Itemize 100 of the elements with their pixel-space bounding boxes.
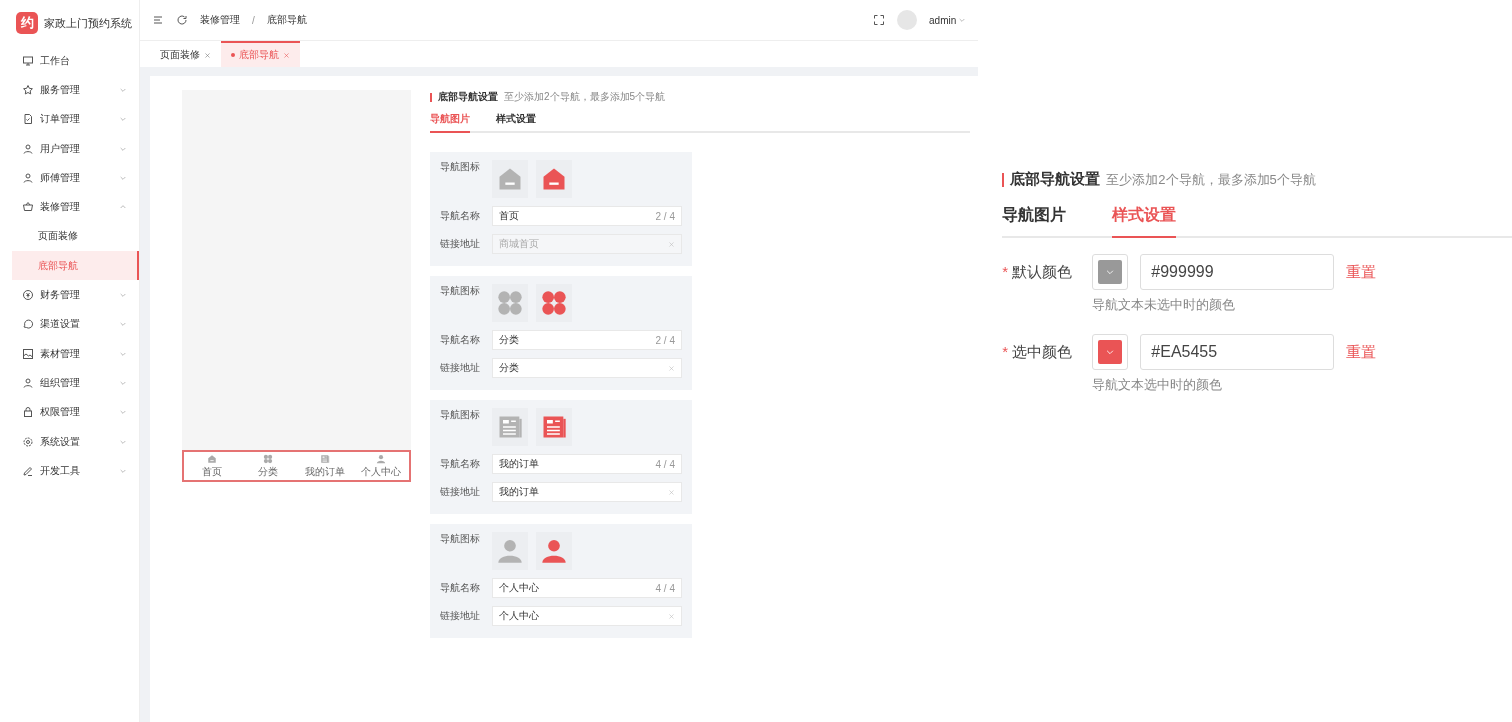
nav-label: 个人中心 — [360, 464, 401, 479]
clear-icon — [668, 240, 675, 248]
document-icon — [22, 113, 34, 126]
color-input[interactable]: #999999 — [1140, 254, 1335, 290]
field-label: 链接地址 — [440, 237, 481, 251]
clear-icon — [668, 364, 675, 372]
field-label: 链接地址 — [440, 361, 481, 375]
breadcrumb-separator: / — [252, 14, 255, 26]
icon-picker[interactable] — [492, 284, 528, 322]
settings-tab[interactable]: 样式设置 — [496, 110, 536, 133]
field-label: 导航名称 — [440, 457, 481, 471]
person-icon — [496, 537, 524, 565]
section-title: 底部导航设置 — [438, 90, 498, 104]
chevron-down-icon — [1105, 267, 1116, 277]
breadcrumb-link[interactable]: 装修管理 — [200, 13, 240, 27]
icon-picker[interactable] — [492, 532, 528, 570]
color-input[interactable]: #EA5455 — [1140, 334, 1335, 370]
logo: 约 — [16, 12, 38, 34]
icon-picker[interactable] — [492, 160, 528, 198]
icon-picker[interactable] — [536, 160, 572, 198]
grid-icon — [496, 289, 524, 317]
monitor-icon — [22, 54, 34, 67]
field-label: 导航图标 — [440, 160, 481, 174]
sidebar-item[interactable]: 渠道设置 — [12, 309, 139, 339]
grid-icon — [263, 453, 274, 464]
section-hint: 至少添加2个导航，最多添加5个导航 — [1106, 170, 1316, 189]
reset-button[interactable]: 重置 — [1346, 342, 1377, 362]
person-icon — [540, 537, 568, 565]
field-label: 导航图标 — [440, 284, 481, 298]
lock-icon — [22, 406, 34, 419]
user-icon — [22, 142, 34, 155]
user-icon — [22, 171, 34, 184]
sidebar-item[interactable]: 权限管理 — [12, 397, 139, 427]
image-icon — [22, 347, 34, 360]
sidebar-item[interactable]: 组织管理 — [12, 368, 139, 398]
color-picker[interactable] — [1092, 254, 1129, 290]
clear-icon — [668, 612, 675, 620]
link-input[interactable]: 分类 — [492, 358, 682, 378]
basket-icon — [22, 201, 34, 214]
settings-icon — [22, 435, 34, 448]
reset-button[interactable]: 重置 — [1346, 262, 1377, 282]
home-icon — [207, 453, 218, 464]
person-icon — [375, 453, 386, 464]
star-icon — [22, 83, 34, 96]
sidebar-item[interactable]: 装修管理 — [12, 192, 139, 222]
chevron-down-icon — [119, 291, 127, 299]
sidebar-item[interactable]: 素材管理 — [12, 338, 139, 369]
clear-icon — [668, 488, 675, 496]
sidebar-item[interactable]: 服务管理 — [12, 75, 139, 105]
section-title: 底部导航设置 — [1010, 170, 1101, 189]
icon-picker[interactable] — [492, 408, 528, 446]
name-input[interactable]: 分类 2 / 4 — [492, 330, 682, 350]
field-label: 导航名称 — [440, 333, 481, 347]
fullscreen-icon — [873, 14, 886, 26]
field-label: 导航图标 — [440, 532, 481, 546]
sidebar-item[interactable]: 财务管理 — [12, 280, 139, 310]
icon-picker[interactable] — [536, 284, 572, 322]
chevron-down-icon — [119, 408, 127, 417]
breadcrumb-link[interactable]: 底部导航 — [266, 13, 307, 27]
sidebar-item[interactable]: 开发工具 — [12, 456, 139, 486]
sidebar-item[interactable]: 师傅管理 — [12, 163, 139, 193]
link-input[interactable]: 个人中心 — [492, 606, 682, 626]
pen-icon — [22, 464, 34, 477]
close-icon — [283, 51, 290, 59]
sidebar-item[interactable]: 系统设置 — [12, 426, 139, 457]
nav-label: 首页 — [202, 464, 223, 479]
settings-tab[interactable]: 样式设置 — [1112, 201, 1177, 238]
field-label: 链接地址 — [440, 485, 481, 499]
field-label: * 选中颜色 — [1002, 342, 1074, 362]
name-input[interactable]: 首页 2 / 4 — [492, 206, 682, 226]
grid-icon — [540, 289, 568, 317]
menu-icon — [152, 14, 164, 26]
chevron-down-icon — [119, 115, 127, 124]
chevron-down-icon — [958, 16, 967, 24]
refresh-icon — [176, 14, 188, 26]
sidebar-item[interactable]: 订单管理 — [12, 104, 139, 134]
user-menu[interactable]: admin — [929, 14, 967, 26]
icon-picker[interactable] — [536, 532, 572, 570]
field-label: 链接地址 — [440, 609, 481, 623]
name-input[interactable]: 我的订单 4 / 4 — [492, 454, 682, 474]
nav-label: 分类 — [258, 464, 279, 479]
field-label: * 默认颜色 — [1002, 262, 1074, 282]
link-input[interactable]: 我的订单 — [492, 482, 682, 502]
app-title: 家政上门预约系统 — [44, 15, 132, 31]
field-label: 导航名称 — [440, 209, 481, 223]
close-icon — [204, 51, 211, 59]
chat-icon — [22, 318, 34, 331]
name-input[interactable]: 个人中心 4 / 4 — [492, 578, 682, 598]
sidebar-item[interactable]: 工作台 — [12, 46, 139, 76]
color-picker[interactable] — [1092, 334, 1129, 370]
chevron-down-icon — [1105, 347, 1116, 357]
user-icon — [22, 376, 34, 389]
sidebar-subitem[interactable]: 页面装修 — [12, 221, 139, 252]
settings-tab[interactable]: 导航图片 — [430, 110, 470, 133]
settings-tab[interactable]: 导航图片 — [1002, 201, 1067, 238]
icon-picker[interactable] — [536, 408, 572, 446]
chevron-down-icon — [119, 320, 127, 329]
field-label: 导航名称 — [440, 581, 481, 595]
sidebar-item[interactable]: 用户管理 — [12, 133, 139, 164]
field-label: 导航图标 — [440, 408, 481, 422]
